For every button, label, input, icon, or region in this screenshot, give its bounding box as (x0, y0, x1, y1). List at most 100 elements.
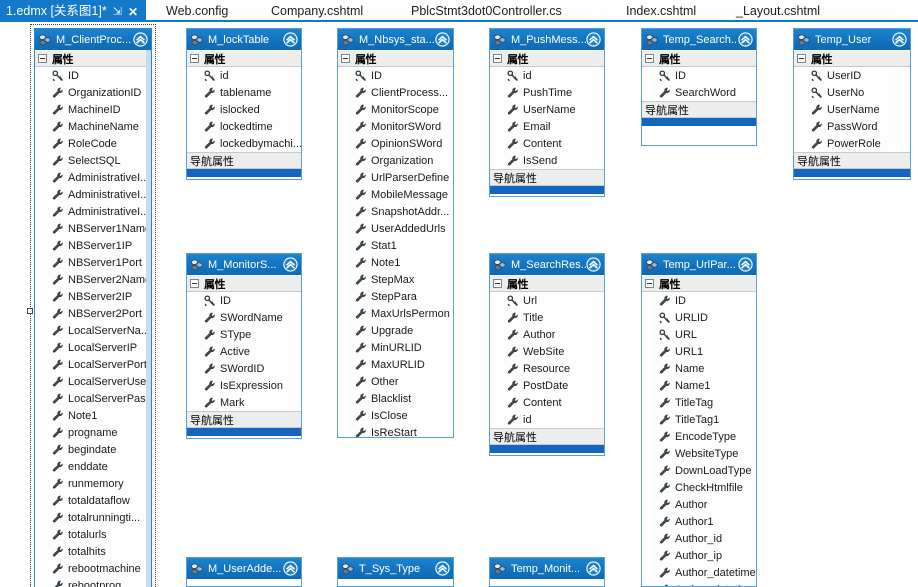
chevron-up-double-icon[interactable] (283, 257, 298, 272)
property-row[interactable]: SelectSQL (35, 152, 151, 169)
entity-title-bar[interactable]: M_UserAdde... (187, 558, 301, 579)
entity-vertical-scrollbar[interactable] (146, 50, 151, 587)
property-row[interactable]: SWordID (187, 360, 301, 377)
property-row[interactable]: MobileMessage (338, 186, 453, 203)
property-row[interactable]: totalhits (35, 543, 151, 560)
property-row[interactable]: AdministrativeI... (35, 169, 151, 186)
property-row[interactable]: TitleTag (642, 394, 756, 411)
chevron-up-double-icon[interactable] (738, 257, 753, 272)
entity-title-bar[interactable]: Temp_User (794, 29, 910, 50)
property-row[interactable]: Resource (490, 360, 604, 377)
property-row[interactable]: lockedbymachi... (187, 135, 301, 152)
collapse-minus-icon[interactable] (38, 54, 47, 63)
chevron-up-double-icon[interactable] (283, 561, 298, 576)
property-row[interactable]: ID (187, 292, 301, 309)
property-row[interactable]: runmemory (35, 475, 151, 492)
document-tab[interactable]: PblcStmt3dot0Controller.cs (405, 0, 568, 22)
property-row[interactable]: Name1 (642, 377, 756, 394)
property-row[interactable]: Author_ip (642, 547, 756, 564)
property-row[interactable]: Author_id (642, 530, 756, 547)
property-row[interactable]: PushTime (490, 84, 604, 101)
property-row[interactable]: Note1 (338, 254, 453, 271)
property-row[interactable]: URL (642, 326, 756, 343)
property-row[interactable]: MonitorSWord (338, 118, 453, 135)
property-row[interactable]: ID (642, 67, 756, 84)
property-row[interactable]: AdministrativeI... (35, 203, 151, 220)
property-row[interactable]: Note1 (35, 407, 151, 424)
property-row[interactable]: RoleCode (35, 135, 151, 152)
entity-box[interactable]: M_Nbsys_sta... 属性 ID ClientProcess... Monito… (337, 28, 454, 438)
chevron-up-double-icon[interactable] (892, 32, 907, 47)
property-row[interactable]: Other (338, 373, 453, 390)
property-row[interactable]: TitleTag1 (642, 411, 756, 428)
document-tab[interactable]: _Layout.cshtml (730, 0, 826, 22)
property-row[interactable]: Title (490, 309, 604, 326)
property-row[interactable]: Active (187, 343, 301, 360)
property-row[interactable]: begindate (35, 441, 151, 458)
property-row[interactable]: EncodeType (642, 428, 756, 445)
navigation-section-header[interactable]: 导航属性 (642, 101, 756, 118)
entity-title-bar[interactable]: M_lockTable (187, 29, 301, 50)
property-row[interactable]: lockedtime (187, 118, 301, 135)
collapse-minus-icon[interactable] (797, 54, 806, 63)
navigation-property-row[interactable] (642, 118, 756, 126)
property-row[interactable]: WebsiteType (642, 445, 756, 462)
property-row[interactable]: StepPara (338, 288, 453, 305)
document-tab[interactable]: Index.cshtml (620, 0, 702, 22)
navigation-property-row[interactable] (187, 428, 301, 436)
property-row[interactable]: CheckHtmlfile (642, 479, 756, 496)
properties-section-header[interactable]: 属性 (642, 50, 756, 67)
property-row[interactable]: LocalServerPort (35, 356, 151, 373)
property-row[interactable]: IsClose (338, 407, 453, 424)
document-tab-strip[interactable]: 1.edmx [关系图1]* ⇲ ✕ Web.config Company.cshtml… (0, 0, 918, 22)
collapse-minus-icon[interactable] (190, 279, 199, 288)
property-row[interactable]: WebSite (490, 343, 604, 360)
property-row[interactable]: id (490, 67, 604, 84)
property-row[interactable]: PowerRole (794, 135, 910, 152)
chevron-up-double-icon[interactable] (283, 32, 298, 47)
property-row[interactable]: StepMax (338, 271, 453, 288)
property-row[interactable]: Email (490, 118, 604, 135)
property-row[interactable]: Stat1 (338, 237, 453, 254)
property-row[interactable]: PostDate (490, 377, 604, 394)
property-row[interactable]: UserName (490, 101, 604, 118)
entity-box[interactable]: Temp_UrlPar... 属性 ID URLID URL URL1 Name Name1 T… (641, 253, 757, 587)
properties-section-header[interactable]: 属性 (187, 275, 301, 292)
chevron-up-double-icon[interactable] (435, 561, 450, 576)
document-tab[interactable]: Company.cshtml (265, 0, 369, 22)
property-row[interactable]: Author (490, 326, 604, 343)
navigation-section-header[interactable]: 导航属性 (187, 152, 301, 169)
property-row[interactable]: OrganizationID (35, 84, 151, 101)
navigation-property-row[interactable] (187, 169, 301, 177)
property-row[interactable]: enddate (35, 458, 151, 475)
property-row[interactable]: ID (338, 67, 453, 84)
property-row[interactable]: Author_datetime (642, 564, 756, 581)
property-row[interactable]: NBServer2IP (35, 288, 151, 305)
property-row[interactable]: rebootmachine (35, 560, 151, 577)
entity-title-bar[interactable]: Temp_Monit... (490, 558, 604, 579)
property-row[interactable]: islocked (187, 101, 301, 118)
pin-tab-icon[interactable]: ⇲ (113, 1, 122, 23)
collapse-minus-icon[interactable] (493, 54, 502, 63)
resize-handle-left[interactable] (27, 308, 33, 314)
chevron-up-double-icon[interactable] (586, 32, 601, 47)
property-row[interactable]: MaxUrlsPermon (338, 305, 453, 322)
property-row[interactable]: tablename (187, 84, 301, 101)
property-row[interactable]: NBServer1Port (35, 254, 151, 271)
entity-box[interactable]: M_ClientProc... 属性 ID OrganizationID Machine… (34, 28, 152, 587)
entity-box[interactable]: M_lockTable 属性 id tablename islocked lockedti… (186, 28, 302, 180)
collapse-minus-icon[interactable] (190, 54, 199, 63)
property-row[interactable]: Author_dateti... (642, 581, 756, 586)
property-row[interactable]: ID (642, 292, 756, 309)
entity-box[interactable]: M_UserAdde... (186, 557, 302, 587)
property-row[interactable]: totalrunningti... (35, 509, 151, 526)
navigation-section-header[interactable]: 导航属性 (794, 152, 910, 169)
property-row[interactable]: Content (490, 394, 604, 411)
property-row[interactable]: Name (642, 360, 756, 377)
property-row[interactable]: ClientProcess... (338, 84, 453, 101)
collapse-minus-icon[interactable] (493, 279, 502, 288)
property-row[interactable]: MachineName (35, 118, 151, 135)
properties-section-header[interactable]: 属性 (187, 50, 301, 67)
property-row[interactable]: LocalServerUse... (35, 373, 151, 390)
property-row[interactable]: OpinionSWord (338, 135, 453, 152)
